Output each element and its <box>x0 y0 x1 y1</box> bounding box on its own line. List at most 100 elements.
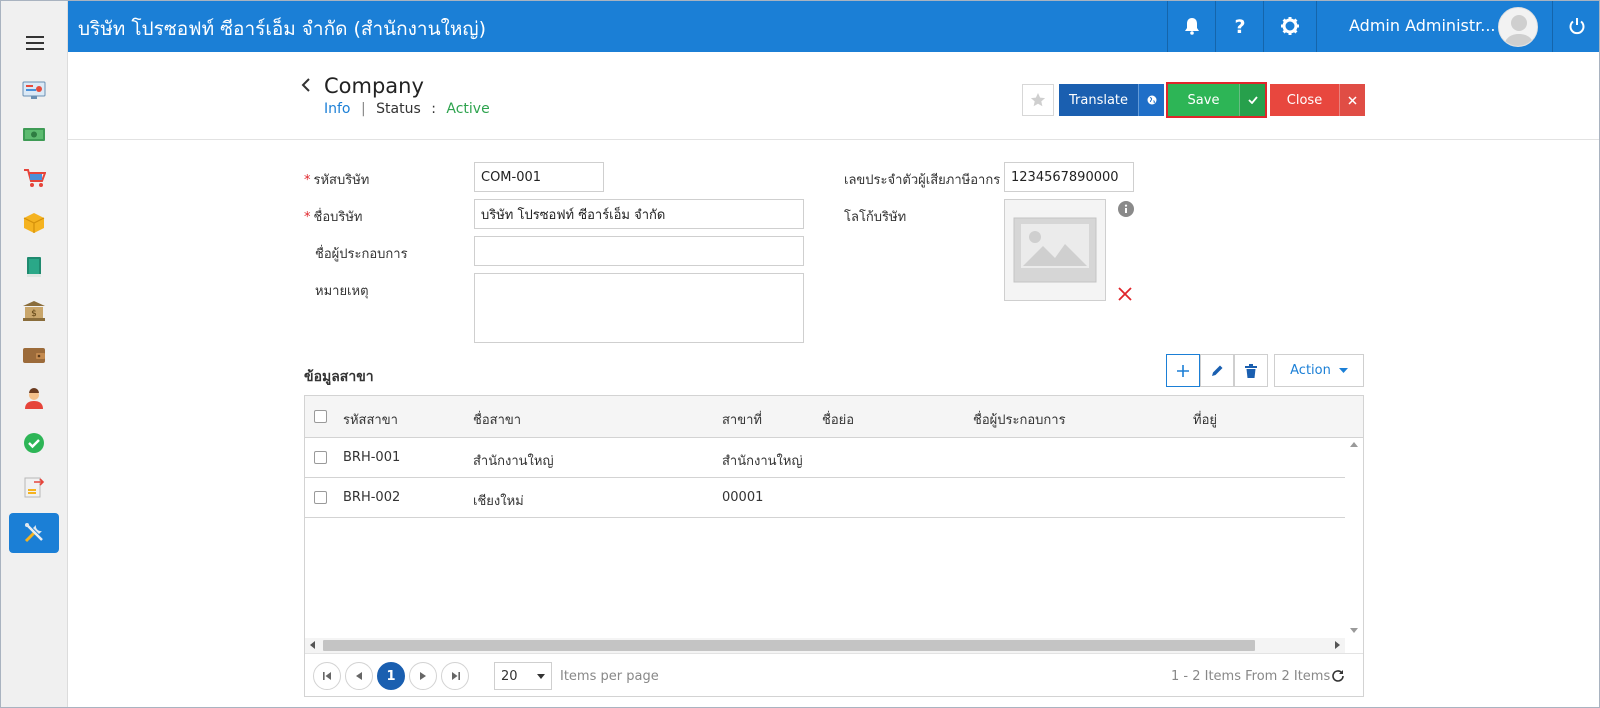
add-branch-button[interactable] <box>1166 354 1200 387</box>
required-marker: * <box>304 173 311 188</box>
tools-icon <box>24 523 43 543</box>
employee-icon <box>25 388 43 409</box>
column-header-branch-number[interactable]: สาขาที่ <box>722 409 762 430</box>
last-page-button[interactable] <box>441 662 469 690</box>
grid-header: รหัสสาขา ชื่อสาขา สาขาที่ ชื่อย่อ ชื่อผู… <box>305 396 1363 438</box>
status-value: Active <box>446 101 490 117</box>
svg-text:$: $ <box>31 309 37 319</box>
first-page-icon <box>322 672 331 680</box>
header-divider <box>1316 0 1317 52</box>
sidebar-item-accounting[interactable] <box>9 247 59 287</box>
action-dropdown-button[interactable]: Action <box>1274 354 1364 387</box>
avatar[interactable] <box>1498 7 1538 47</box>
breadcrumb-separator: | <box>360 101 366 117</box>
edit-branch-button[interactable] <box>1200 354 1234 387</box>
branch-grid: รหัสสาขา ชื่อสาขา สาขาที่ ชื่อย่อ ชื่อผู… <box>304 395 1364 697</box>
first-page-button[interactable] <box>313 662 341 690</box>
translate-button[interactable]: Translate <box>1059 84 1164 116</box>
sidebar-item-settings-tools[interactable] <box>9 513 59 553</box>
back-arrow-icon[interactable] <box>300 77 312 97</box>
sidebar-item-approval[interactable] <box>9 423 59 463</box>
sidebar-item-hr[interactable] <box>9 379 59 419</box>
table-row[interactable]: BRH-001 สำนักงานใหญ่ สำนักงานใหญ่ <box>305 438 1345 478</box>
previous-page-icon <box>356 672 362 680</box>
info-icon[interactable] <box>1118 201 1134 221</box>
plus-icon <box>1177 364 1189 377</box>
column-header-operator-name[interactable]: ชื่อผู้ประกอบการ <box>973 409 1066 430</box>
previous-page-button[interactable] <box>345 662 373 690</box>
company-name-label: * ชื่อบริษัท <box>304 206 363 227</box>
company-logo-upload[interactable] <box>1004 199 1106 301</box>
title-divider <box>68 139 1600 140</box>
next-page-button[interactable] <box>409 662 437 690</box>
sidebar-item-inventory[interactable] <box>9 203 59 243</box>
user-name[interactable]: Admin Administr... <box>1349 16 1496 35</box>
remark-textarea[interactable] <box>474 273 804 343</box>
column-header-branch-name[interactable]: ชื่อสาขา <box>473 409 521 430</box>
table-row[interactable]: BRH-002 เชียงใหม่ 00001 <box>305 478 1345 518</box>
gear-icon <box>1281 17 1299 35</box>
company-code-field[interactable]: COM-001 <box>474 162 604 192</box>
scroll-up-icon <box>1350 442 1358 447</box>
shopping-cart-icon <box>24 169 46 187</box>
book-icon <box>27 257 41 277</box>
row-checkbox[interactable] <box>314 451 327 464</box>
dashboard-icon <box>22 81 46 99</box>
help-button[interactable]: ? <box>1216 0 1263 52</box>
sidebar-item-sales[interactable] <box>9 158 59 198</box>
row-checkbox[interactable] <box>314 491 327 504</box>
menu-toggle-icon[interactable] <box>26 36 44 50</box>
close-icon <box>1118 287 1132 301</box>
sidebar-item-wallet[interactable] <box>9 335 59 375</box>
refresh-button[interactable] <box>1331 668 1345 687</box>
sidebar-item-finance[interactable] <box>9 114 59 154</box>
sidebar-item-dashboard[interactable] <box>9 70 59 110</box>
checkmark-icon <box>1239 84 1265 116</box>
branch-name-cell: เชียงใหม่ <box>473 494 524 509</box>
caret-down-icon <box>1338 368 1348 373</box>
horizontal-scroll-thumb[interactable] <box>323 640 1255 651</box>
tax-id-field[interactable]: 1234567890000 <box>1004 162 1134 192</box>
operator-name-label: ชื่อผู้ประกอบการ <box>315 247 408 262</box>
branch-name-cell: สำนักงานใหญ่ <box>473 454 554 469</box>
close-button-label: Close <box>1286 92 1323 108</box>
favorite-button[interactable] <box>1022 84 1054 116</box>
page-size-select[interactable]: 20 <box>494 662 552 690</box>
vertical-scrollbar[interactable] <box>1345 438 1363 638</box>
last-page-icon <box>451 672 460 680</box>
pagination: 1 20 Items per page 1 - 2 Items From 2 I… <box>305 653 1363 696</box>
breadcrumb-info-link[interactable]: Info <box>324 101 351 117</box>
notifications-button[interactable] <box>1168 0 1215 52</box>
trash-icon <box>1245 363 1257 378</box>
column-header-branch-code[interactable]: รหัสสาขา <box>343 409 398 430</box>
sidebar-item-bank[interactable]: $ <box>9 291 59 331</box>
operator-name-field[interactable] <box>474 236 804 266</box>
sidebar-item-transfer[interactable] <box>9 467 59 507</box>
money-icon <box>23 128 45 141</box>
svg-text:?: ? <box>1234 16 1245 36</box>
remove-logo-button[interactable] <box>1118 286 1132 305</box>
select-all-checkbox[interactable] <box>314 410 327 423</box>
save-button-label: Save <box>1187 92 1220 108</box>
action-button-label: Action <box>1290 363 1331 378</box>
settings-button[interactable] <box>1264 0 1316 52</box>
delete-branch-button[interactable] <box>1234 354 1268 387</box>
branch-code-cell: BRH-001 <box>343 450 401 465</box>
user-avatar-icon <box>1504 15 1534 46</box>
pagination-summary: 1 - 2 Items From 2 Items <box>1171 669 1331 684</box>
company-name-field[interactable]: บริษัท โปรซอฟท์ ซีอาร์เอ็ม จำกัด <box>474 199 804 229</box>
question-mark-icon: ? <box>1234 16 1245 36</box>
logout-button[interactable] <box>1553 0 1600 52</box>
column-header-short-name[interactable]: ชื่อย่อ <box>822 409 854 430</box>
company-code-label-text: รหัสบริษัท <box>313 173 370 188</box>
company-logo-label: โลโก้บริษัท <box>844 210 907 225</box>
column-header-address[interactable]: ที่อยู่ <box>1193 409 1217 430</box>
horizontal-scrollbar[interactable] <box>305 638 1345 653</box>
close-button[interactable]: Close <box>1270 84 1365 116</box>
approval-check-icon <box>24 433 44 453</box>
top-header: บริษัท โปรซอฟท์ ซีอาร์เอ็ม จำกัด (สำนักง… <box>68 0 1600 52</box>
transfer-document-icon <box>24 477 45 498</box>
current-page-button[interactable]: 1 <box>377 662 405 690</box>
translate-button-label: Translate <box>1068 92 1129 108</box>
save-button[interactable]: Save <box>1166 82 1267 118</box>
